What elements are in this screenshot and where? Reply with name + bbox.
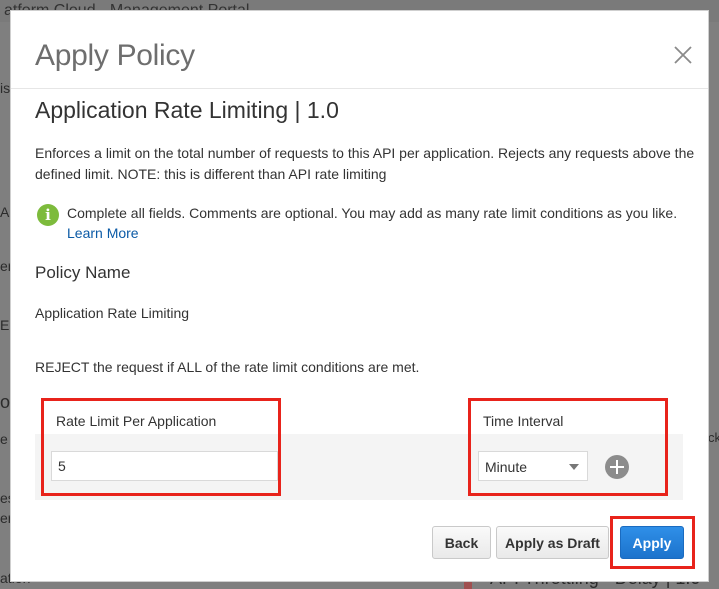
background-fragment: ation — [0, 570, 30, 586]
background-fragment: is — [0, 80, 11, 96]
dialog-title: Apply Policy — [35, 39, 195, 72]
apply-policy-dialog: Apply Policy Application Rate Limiting |… — [10, 10, 709, 582]
background-fragment: ol — [0, 392, 15, 412]
info-icon: i — [37, 204, 59, 226]
learn-more-link[interactable]: Learn More — [67, 225, 139, 241]
apply-as-draft-button[interactable]: Apply as Draft — [496, 526, 609, 559]
back-button[interactable]: Back — [432, 526, 491, 559]
reject-condition-text: REJECT the request if ALL of the rate li… — [35, 359, 420, 375]
close-icon[interactable] — [671, 43, 695, 67]
rate-limit-highlight-box — [41, 398, 281, 496]
policy-description: Enforces a limit on the total number of … — [35, 145, 695, 182]
background-fragment: er — [0, 510, 13, 526]
background-fragment: E — [0, 317, 10, 333]
title-divider — [11, 88, 708, 89]
apply-button[interactable]: Apply — [620, 526, 684, 559]
background-fragment: es — [0, 490, 15, 506]
background-fragment: A — [0, 204, 10, 220]
info-message: Complete all fields. Comments are option… — [67, 205, 678, 221]
policy-name-label: Policy Name — [35, 263, 131, 282]
policy-name-value: Application Rate Limiting — [35, 305, 190, 321]
background-fragment: er — [0, 258, 13, 274]
policy-heading: Application Rate Limiting | 1.0 — [35, 97, 339, 123]
background-fragment-right: ck — [708, 430, 719, 445]
time-interval-highlight-box — [468, 398, 668, 496]
background-fragment: e — [0, 431, 8, 447]
